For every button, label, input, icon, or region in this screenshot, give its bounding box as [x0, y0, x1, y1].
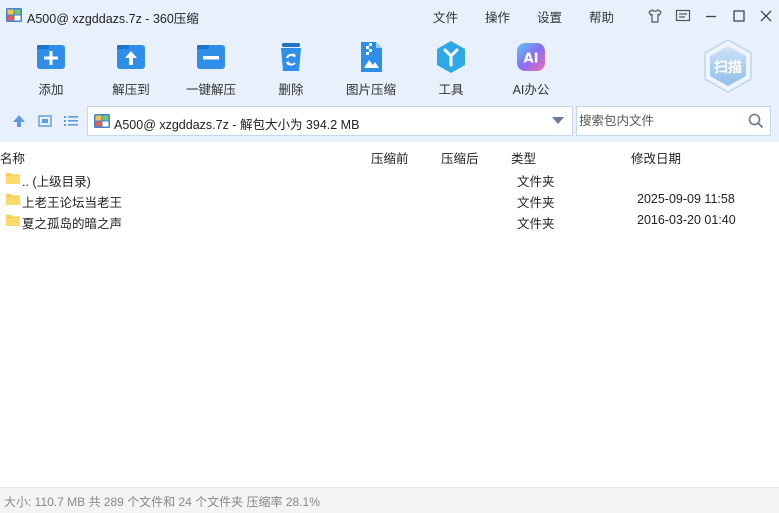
ai-office-icon: AI	[517, 43, 545, 71]
shirt-icon	[648, 9, 662, 23]
extract-to-button[interactable]: 解压到	[91, 34, 171, 98]
minimize-icon	[706, 15, 716, 18]
maximize-icon	[733, 10, 745, 22]
recycle-bin-icon	[281, 43, 301, 71]
extract-to-label: 解压到	[112, 83, 150, 97]
folder-icon	[6, 215, 20, 226]
up-button[interactable]	[10, 112, 28, 130]
list-item[interactable]: 夏之孤岛的暗之声 文件夹 2016-03-20 01:40	[0, 210, 779, 231]
menu-operation[interactable]: 操作	[485, 7, 510, 26]
delete-button[interactable]: 删除	[251, 34, 331, 98]
image-compress-button[interactable]: 图片压缩	[331, 34, 411, 98]
close-icon	[760, 10, 772, 22]
archive-icon	[94, 114, 110, 128]
scan-button[interactable]: 扫描	[700, 38, 756, 94]
item-modified: 2016-03-20 01:40	[637, 213, 736, 227]
list-view-icon	[64, 116, 78, 126]
column-name[interactable]: 名称	[0, 148, 25, 167]
item-type: 文件夹	[517, 196, 555, 210]
add-label: 添加	[38, 83, 64, 97]
status-text: 大小: 110.7 MB 共 289 个文件和 24 个文件夹 压缩率 28.1…	[4, 495, 320, 509]
maximize-button[interactable]	[729, 6, 749, 26]
one-click-extract-button[interactable]: 一键解压	[171, 34, 251, 98]
column-modified[interactable]: 修改日期	[631, 148, 681, 167]
window-title: A500@ xzgddazs.7z - 360压缩	[27, 12, 199, 26]
search-input[interactable]	[579, 111, 739, 131]
menu-settings[interactable]: 设置	[537, 7, 562, 26]
path-field[interactable]: A500@ xzgddazs.7z - 解包大小为 394.2 MB	[87, 106, 573, 136]
item-modified: 2025-09-09 11:58	[637, 192, 735, 206]
folder-icon	[6, 194, 20, 205]
list-item-parent[interactable]: .. (上级目录) 文件夹	[0, 168, 779, 189]
one-click-extract-icon	[197, 45, 225, 69]
item-name: 夏之孤岛的暗之声	[22, 217, 123, 231]
item-name: .. (上级目录)	[22, 175, 91, 189]
extract-to-icon	[117, 45, 145, 69]
tools-button[interactable]: 工具	[411, 34, 491, 98]
chevron-down-icon[interactable]	[552, 117, 564, 125]
add-button[interactable]: 添加	[11, 34, 91, 98]
title-bar: A500@ xzgddazs.7z - 360压缩 文件 操作 设置 帮助	[0, 0, 779, 32]
item-type: 文件夹	[517, 217, 555, 231]
search-box	[576, 106, 771, 136]
item-type: 文件夹	[517, 175, 555, 189]
menu-file[interactable]: 文件	[433, 7, 458, 26]
message-icon	[675, 9, 691, 22]
column-size-before[interactable]: 压缩前	[371, 148, 409, 167]
tools-icon	[437, 41, 465, 73]
item-name: 上老王论坛当老王	[22, 196, 123, 210]
list-item[interactable]: 上老王论坛当老王 文件夹 2025-09-09 11:58	[0, 189, 779, 210]
arrow-up-icon	[13, 115, 25, 127]
status-bar: 大小: 110.7 MB 共 289 个文件和 24 个文件夹 压缩率 28.1…	[0, 487, 779, 513]
search-icon[interactable]	[748, 113, 764, 129]
ai-office-button[interactable]: AI AI办公	[491, 34, 571, 98]
image-compress-icon	[361, 42, 382, 72]
close-button[interactable]	[756, 6, 776, 26]
list-view-button[interactable]	[62, 112, 80, 130]
column-size-after[interactable]: 压缩后	[441, 148, 479, 167]
svg-text:AI: AI	[524, 52, 539, 67]
toolbar: 添加 解压到 一键解压 删除 图片压缩 工具 AI AI办公 扫描	[0, 32, 779, 100]
menu-help[interactable]: 帮助	[589, 7, 614, 26]
minimize-button[interactable]	[701, 6, 721, 26]
feedback-button[interactable]	[673, 6, 693, 26]
column-type[interactable]: 类型	[511, 148, 536, 167]
column-header: 名称 压缩前 压缩后 类型 修改日期	[0, 145, 779, 167]
scan-label: 扫描	[714, 59, 742, 75]
tools-label: 工具	[438, 83, 464, 97]
one-click-extract-label: 一键解压	[185, 83, 236, 97]
image-compress-label: 图片压缩	[345, 83, 396, 97]
folder-icon	[6, 173, 20, 184]
add-icon	[37, 45, 65, 69]
thumbnail-view-icon	[38, 115, 52, 127]
skin-button[interactable]	[645, 6, 665, 26]
path-text: A500@ xzgddazs.7z - 解包大小为 394.2 MB	[114, 118, 360, 132]
thumbnail-view-button[interactable]	[36, 112, 54, 130]
archive-app-icon	[6, 8, 22, 22]
ai-office-label: AI办公	[512, 83, 550, 97]
address-bar: A500@ xzgddazs.7z - 解包大小为 394.2 MB	[0, 100, 779, 142]
delete-label: 删除	[278, 83, 304, 97]
